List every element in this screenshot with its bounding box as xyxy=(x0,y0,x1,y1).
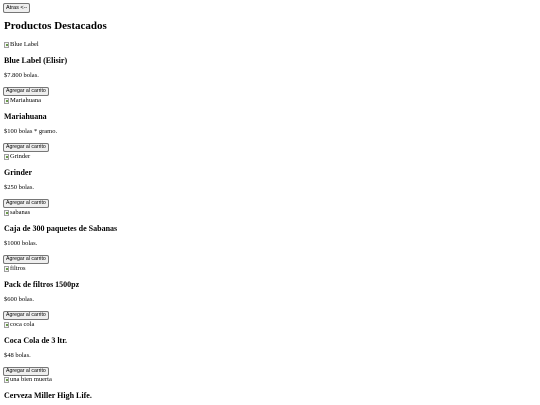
product-card: Mariahuana Mariahuana $100 bolas * gramo… xyxy=(0,96,540,152)
product-image-alt: Blue Label xyxy=(10,40,39,48)
broken-image-icon xyxy=(4,209,9,216)
product-card: Grinder Grinder $250 bolas. Agregar al c… xyxy=(0,152,540,208)
product-image-alt: filtros xyxy=(10,264,26,272)
product-name: Coca Cola de 3 ltr. xyxy=(4,336,68,345)
product-card: coca cola Coca Cola de 3 ltr. $48 bolas.… xyxy=(0,320,540,376)
product-image-alt: sabanas xyxy=(10,208,31,216)
product-image: Grinder xyxy=(4,152,30,161)
product-name: Blue Label (Elisir) xyxy=(4,56,68,65)
product-image-alt: Grinder xyxy=(10,152,31,160)
product-name: Cerveza Miller High Life. xyxy=(4,391,92,400)
product-card: Blue Label Blue Label (Elisir) $7.800 bo… xyxy=(0,40,540,96)
broken-image-icon xyxy=(4,321,9,328)
product-name: Grinder xyxy=(4,168,32,177)
product-price: $1000 bolas. xyxy=(4,240,38,247)
add-to-cart-button[interactable]: Agregar al carrito xyxy=(3,143,49,152)
product-card: sabanas Caja de 300 paquetes de Sabanas … xyxy=(0,208,540,264)
add-to-cart-button[interactable]: Agregar al carrito xyxy=(3,87,49,96)
product-image: Mariahuana xyxy=(4,96,41,105)
broken-image-icon xyxy=(4,153,9,160)
product-card: filtros Pack de filtros 1500pz $600 bola… xyxy=(0,264,540,320)
product-name: Caja de 300 paquetes de Sabanas xyxy=(4,224,118,233)
product-image-alt: coca cola xyxy=(10,320,35,328)
product-image: sabanas xyxy=(4,208,30,217)
product-image: coca cola xyxy=(4,320,34,329)
product-image-alt: Mariahuana xyxy=(10,96,42,104)
product-price: $7.800 bolas. xyxy=(4,72,39,79)
broken-image-icon xyxy=(4,41,9,48)
product-name: Mariahuana xyxy=(4,112,47,121)
broken-image-icon xyxy=(4,376,9,383)
product-price: $250 bolas. xyxy=(4,184,34,191)
page: Atras <-- Productos Destacados Blue Labe… xyxy=(0,0,540,405)
product-price: $100 bolas * gramo. xyxy=(4,128,58,135)
back-button[interactable]: Atras <-- xyxy=(3,3,31,13)
product-price: $600 bolas. xyxy=(4,296,34,303)
product-price: $48 bolas. xyxy=(4,352,31,359)
product-image: una bien muerta xyxy=(4,375,52,384)
product-name: Pack de filtros 1500pz xyxy=(4,280,80,289)
product-image: Blue Label xyxy=(4,40,39,49)
page-title: Productos Destacados xyxy=(4,20,107,32)
product-image-alt: una bien muerta xyxy=(10,375,52,383)
broken-image-icon xyxy=(4,265,9,272)
add-to-cart-button[interactable]: Agregar al carrito xyxy=(3,255,49,264)
broken-image-icon xyxy=(4,97,9,104)
add-to-cart-button[interactable]: Agregar al carrito xyxy=(3,199,49,208)
product-image: filtros xyxy=(4,264,26,273)
product-card: una bien muerta Cerveza Miller High Life… xyxy=(0,375,540,405)
add-to-cart-button[interactable]: Agregar al carrito xyxy=(3,311,49,320)
